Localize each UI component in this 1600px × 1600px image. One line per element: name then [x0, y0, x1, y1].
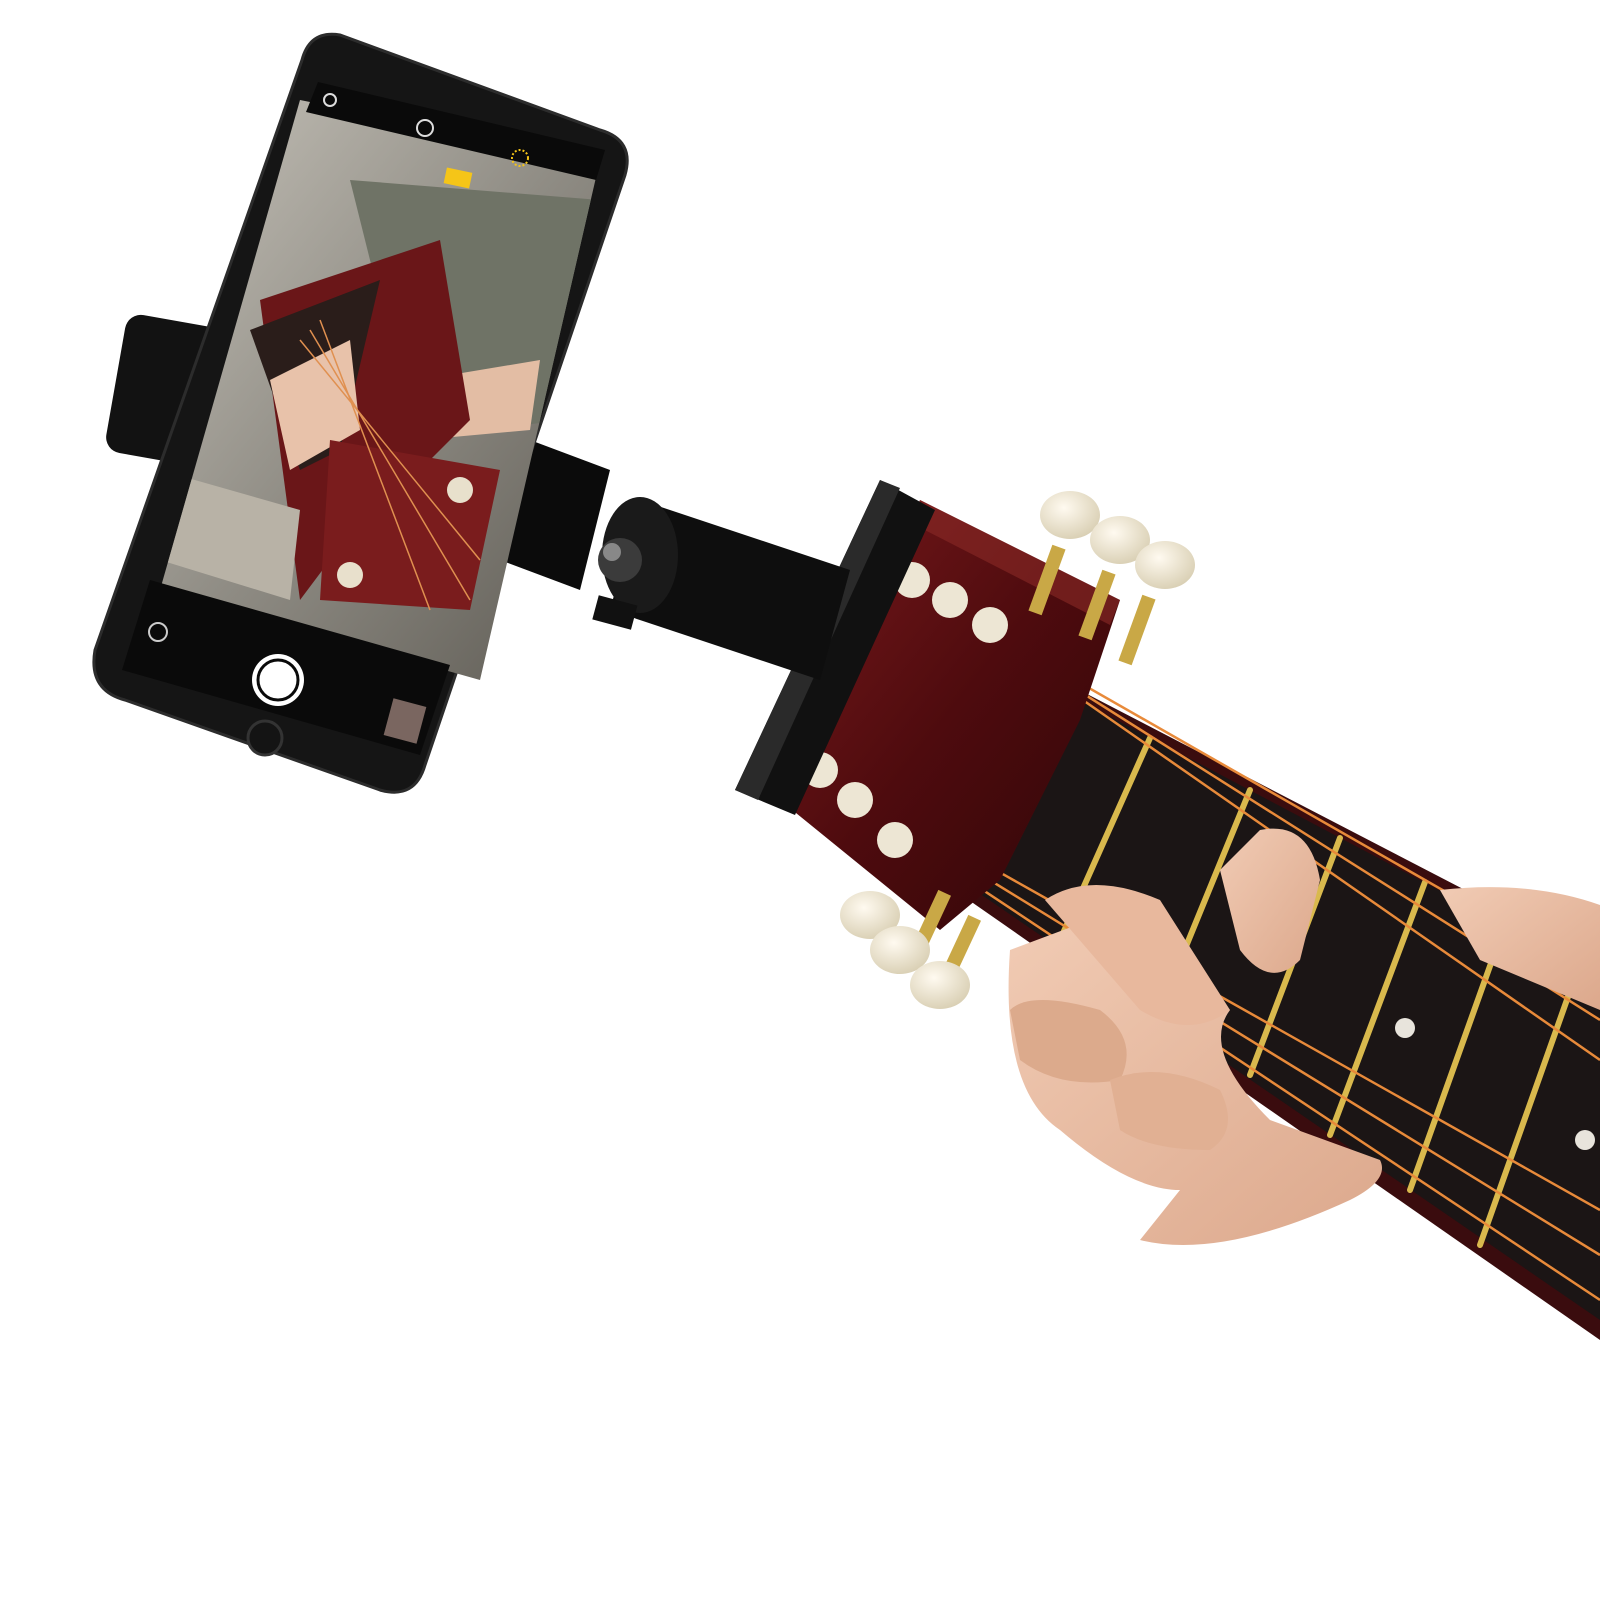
shutter-button-icon[interactable] [252, 654, 304, 706]
home-button-icon[interactable] [246, 719, 284, 757]
product-photo [92, 32, 1600, 1340]
ball-head-mount [500, 440, 850, 680]
fret-inlay [1395, 1018, 1415, 1038]
smartphone [92, 32, 629, 794]
fret-inlay [1575, 1130, 1595, 1150]
